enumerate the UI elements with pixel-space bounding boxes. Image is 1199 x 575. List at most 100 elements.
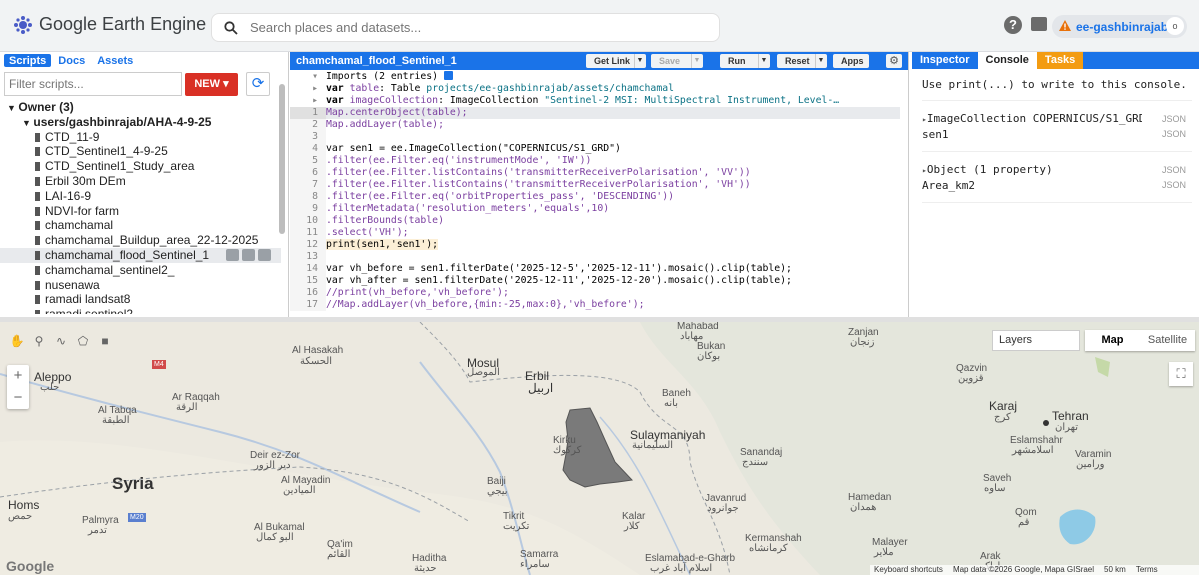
draw-rectangle-icon[interactable]: ■ [94,331,116,351]
code-line[interactable]: 15 var vh_after = sen1.filterDate('2025-1… [290,275,900,287]
help-icon[interactable]: ? [1004,16,1022,34]
tree-repo[interactable]: ▼ users/gashbinrajab/AHA-4-9-25 [0,115,281,130]
tab-assets[interactable]: Assets [92,54,138,67]
tab-scripts[interactable]: Scripts [4,54,52,67]
code-line[interactable]: 7 .filter(ee.Filter.listContains('transmi… [290,179,900,191]
scrollbar[interactable] [279,84,285,234]
script-item[interactable]: CTD_Sentinel1_4-9-25 [0,144,281,159]
code-text: Map.addLayer(table); [326,119,444,130]
script-item[interactable]: chamchamal_Buildup_area_22-12-2025 [0,233,281,248]
script-item[interactable]: ramadi landsat8 [0,292,281,307]
keyboard-shortcuts-link[interactable]: Keyboard shortcuts [874,565,943,575]
layers-dropdown[interactable]: Layers [992,330,1080,351]
code-line[interactable]: 6 .filter(ee.Filter.listContains('transmi… [290,167,900,179]
reset-button[interactable]: Reset ▼ [777,54,827,68]
tab-docs[interactable]: Docs [53,54,90,67]
tree-owner[interactable]: ▼ Owner (3) [0,100,281,115]
map-place-label: القائم [327,549,351,560]
script-item[interactable]: Erbil 30m DEm [0,174,281,189]
search-box[interactable] [211,13,720,42]
code-line[interactable]: 13 [290,251,900,263]
edit-icon[interactable] [242,248,255,261]
script-item[interactable]: NDVI-for farm [0,204,281,219]
code-line[interactable]: 17//Map.addLayer(vh_before,{min:-25,max:… [290,299,900,311]
zoom-out-button[interactable]: − [7,387,29,409]
fold-icon[interactable]: ▾ [290,71,326,83]
code-line[interactable]: 12 print(sen1,'sen1'); [290,239,900,251]
map-view[interactable]: Aleppo حلب Al Hasakah الحسكة Ar Raqqah الرقة A… [0,322,1199,575]
dropdown-icon[interactable]: ▼ [758,54,769,68]
code-line[interactable]: 16//print(vh_before,'vh_before'); [290,287,900,299]
tab-tasks[interactable]: Tasks [1036,52,1084,69]
run-button[interactable]: Run ▼ [720,54,770,68]
console-entry-line[interactable]: ▸ImageCollection COPERNICUS/S1_GRD (3… [922,111,1142,127]
json-link[interactable]: JSON [1162,165,1186,175]
console-entry[interactable]: ▸ImageCollection COPERNICUS/S1_GRD (3… s… [922,101,1192,152]
script-item[interactable]: CTD_Sentinel1_Study_area [0,159,281,174]
search-input[interactable] [250,20,700,35]
code-line[interactable]: 3 [290,131,900,143]
script-item[interactable]: ramadi sentinel2 [0,307,281,314]
refresh-icon[interactable]: ⟳ [246,72,270,96]
draw-line-icon[interactable]: ∿ [50,331,72,351]
code-line[interactable]: 1 Map.centerObject(table); [290,107,900,119]
imports-info-icon[interactable] [443,71,453,80]
code-line[interactable]: 11 .select('VH'); [290,227,900,239]
line-number: 16 [290,287,326,299]
satellite-button[interactable]: Satellite [1140,330,1195,351]
code-line[interactable]: 9 .filterMetadata('resolution_meters','eq… [290,203,900,215]
json-link[interactable]: JSON [1162,129,1186,139]
expand-icon[interactable]: ▸ [290,95,326,107]
dropdown-icon[interactable]: ▼ [815,54,826,68]
code-line[interactable]: 2 Map.addLayer(table); [290,119,900,131]
history-icon[interactable] [226,248,239,261]
script-item[interactable]: CTD_11-9 [0,130,281,145]
code-line[interactable]: 4 var sen1 = ee.ImageCollection("COPERNIC… [290,143,900,155]
console-entry-line[interactable]: ▸Object (1 property) [922,162,1142,178]
feedback-icon[interactable] [1031,17,1047,31]
import-imagecollection[interactable]: ▸ var imageCollection: ImageCollection "S… [290,95,900,107]
code-line[interactable]: 8 .filter(ee.Filter.eq('orbitProperties_p… [290,191,900,203]
dropdown-icon[interactable]: ▼ [634,54,645,68]
json-link[interactable]: JSON [1162,114,1186,124]
dropdown-icon[interactable]: ▼ [691,54,702,68]
script-item[interactable]: chamchamal_sentinel2_ [0,263,281,278]
draw-polygon-icon[interactable]: ⬠ [72,331,94,351]
apps-button[interactable]: Apps [833,54,869,68]
json-link[interactable]: JSON [1162,180,1186,190]
import-table[interactable]: ▸ var table: Table projects/ee-gashbinraj… [290,83,900,95]
avatar[interactable]: o [1166,17,1184,35]
code-line[interactable]: 14 var vh_before = sen1.filterDate('2025-… [290,263,900,275]
new-button[interactable]: NEW ▾ [185,73,238,96]
script-item[interactable]: nusenawa [0,278,281,293]
code-line[interactable]: 10 .filterBounds(table) [290,215,900,227]
app-logo[interactable]: Google Earth Engine [13,14,206,35]
script-item[interactable]: LAI-16-9 [0,189,281,204]
console-entry[interactable]: ▸Object (1 property) Area_km2 JSON JSON [922,152,1192,203]
code-line[interactable]: 5 .filter(ee.Filter.eq('instrumentMode', … [290,155,900,167]
delete-icon[interactable] [258,248,271,261]
save-button[interactable]: Save ▼ [651,54,703,68]
get-link-button[interactable]: Get Link ▼ [586,54,646,68]
script-item[interactable]: chamchamal_flood_Sentinel_1 [0,247,281,263]
map-attribution: Keyboard shortcuts Map data ©2026 Google… [870,565,1199,575]
map-place-label: Syria [112,474,154,493]
imports-header[interactable]: ▾ Imports (2 entries) [290,71,900,83]
line-number: 14 [290,263,326,275]
zoom-in-button[interactable]: + [7,365,29,387]
terms-link[interactable]: Terms [1136,565,1158,575]
point-marker-icon[interactable]: ⚲ [28,331,50,351]
map-button[interactable]: Map [1085,330,1140,351]
gear-icon[interactable]: ⚙ [886,54,902,68]
code-text: .filter(ee.Filter.listContains('transmit… [326,167,751,178]
account-chip[interactable]: ee-gashbinrajab o [1052,15,1187,38]
code-area[interactable]: ▾ Imports (2 entries) ▸ var table: Table p… [290,71,900,314]
filter-scripts-input[interactable] [4,72,182,96]
fullscreen-icon[interactable]: ⛶ [1169,362,1193,386]
pan-hand-icon[interactable]: ✋ [6,331,28,351]
expand-icon[interactable]: ▸ [290,83,326,95]
tab-console[interactable]: Console [977,52,1037,69]
import-path: "Sentinel-2 MSI: MultiSpectral Instrumen… [544,95,840,106]
tab-inspector[interactable]: Inspector [912,52,978,69]
script-item[interactable]: chamchamal [0,218,281,233]
